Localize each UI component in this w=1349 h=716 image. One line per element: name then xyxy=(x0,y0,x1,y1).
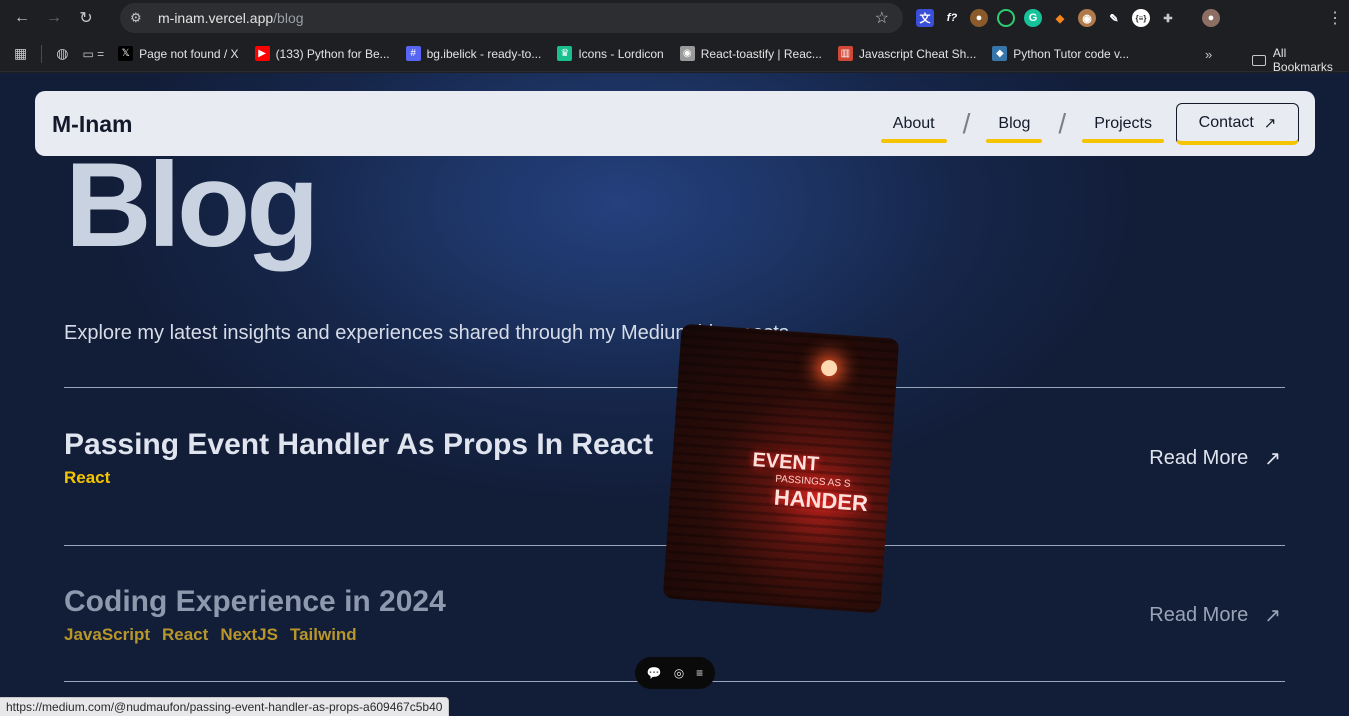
bookmark-label: Icons - Lordicon xyxy=(578,46,664,61)
nav-blog[interactable]: Blog xyxy=(986,104,1043,144)
nav-about[interactable]: About xyxy=(880,104,947,144)
nav-divider: / xyxy=(1058,108,1067,139)
nav-blog-label: Blog xyxy=(998,115,1031,132)
bookmarks-bar: ▦ ◍ ▭ = 𝕏 Page not found / X ▶ (133) Python… xyxy=(0,36,1349,74)
bookmark-label: React-toastify | Reac... xyxy=(700,46,822,61)
post-tags: JavaScript React NextJS Tailwind xyxy=(64,625,1285,645)
bookmark-star-icon[interactable]: ☆ xyxy=(875,8,889,28)
extensions-bar: 文 f? ● G ◆ ◉ ✎ {≡} ✚ ● xyxy=(916,5,1220,31)
site-logo[interactable]: M-Inam xyxy=(52,111,133,138)
lordicon-icon: ♛ xyxy=(557,46,573,61)
nav-underline xyxy=(1082,139,1164,143)
arrow-up-right-icon: ↗ xyxy=(1263,114,1277,132)
back-icon[interactable]: ← xyxy=(8,4,36,32)
contact-label: Contact xyxy=(1198,113,1254,131)
bookmark-item[interactable]: ◆ Python Tutor code v... xyxy=(992,46,1129,61)
bookmarks-divider xyxy=(41,44,43,63)
browser-toolbar: ← → ↻ ⚙ m-inam.vercel.app/blog ☆ 文 f? ● … xyxy=(0,0,1349,36)
forward-icon[interactable]: → xyxy=(40,4,68,32)
globe-icon[interactable]: ◍ xyxy=(56,45,68,62)
toastify-icon: ◉ xyxy=(679,46,695,61)
owl-extension-icon[interactable]: ◉ xyxy=(1078,9,1096,27)
nav-projects[interactable]: Projects xyxy=(1082,104,1164,144)
profile-avatar[interactable]: ● xyxy=(1202,9,1220,27)
comment-icon[interactable]: 💬 xyxy=(647,666,662,680)
reload-icon[interactable]: ↻ xyxy=(72,4,100,32)
metamask-icon[interactable]: ◆ xyxy=(1051,9,1069,27)
read-more-link[interactable]: Read More ↗ xyxy=(1149,446,1281,471)
address-bar[interactable]: ⚙ m-inam.vercel.app/blog ☆ xyxy=(120,3,903,33)
folder-icon xyxy=(1252,54,1266,66)
site-info-icon[interactable]: ⚙ xyxy=(130,10,150,26)
status-bar-url: https://medium.com/@nudmaufon/passing-ev… xyxy=(0,697,450,716)
divider xyxy=(64,387,1285,388)
bookmark-label: (133) Python for Be... xyxy=(275,46,390,61)
x-icon: 𝕏 xyxy=(118,46,134,61)
chrome-menu-icon[interactable]: ⋮ xyxy=(1327,8,1343,28)
bookmark-item[interactable]: ▶ (133) Python for Be... xyxy=(254,46,390,61)
url-host: m-inam.vercel.app xyxy=(158,10,274,26)
all-bookmarks-label: All Bookmarks xyxy=(1272,46,1333,74)
post-tag: JavaScript xyxy=(64,625,150,644)
arrow-up-right-icon: ↗ xyxy=(1264,605,1281,627)
post-tag: React xyxy=(162,625,209,644)
bookmark-label: Page not found / X xyxy=(139,46,239,61)
bookmarks-overflow-icon[interactable]: » xyxy=(1205,47,1212,62)
post-tag: NextJS xyxy=(220,625,278,644)
bookmark-label: Javascript Cheat Sh... xyxy=(858,46,977,61)
post-tag: Tailwind xyxy=(289,625,357,644)
circle-extension-icon[interactable] xyxy=(997,9,1015,27)
read-more-label: Read More xyxy=(1149,447,1249,469)
bookmark-item[interactable]: 𝕏 Page not found / X xyxy=(118,46,239,61)
all-bookmarks-button[interactable]: All Bookmarks xyxy=(1252,46,1349,74)
bookmark-list: 𝕏 Page not found / X ▶ (133) Python for Be.… xyxy=(118,46,1145,61)
menu-icon[interactable]: ≡ xyxy=(696,666,703,680)
puzzle-extensions-icon[interactable]: ✚ xyxy=(1159,9,1177,27)
python-icon: ◆ xyxy=(992,46,1008,61)
post-tag: React xyxy=(64,468,111,487)
bookmark-item[interactable]: ♛ Icons - Lordicon xyxy=(557,46,664,61)
arrow-up-right-icon: ↗ xyxy=(1264,448,1281,470)
nav-underline xyxy=(986,139,1043,143)
url-path: /blog xyxy=(273,10,304,26)
formula-extension-icon[interactable]: f? xyxy=(943,9,961,27)
read-more-link[interactable]: Read More ↗ xyxy=(1149,603,1281,628)
eyedropper-icon[interactable]: ✎ xyxy=(1105,9,1123,27)
folder-icon[interactable]: ▭ = xyxy=(82,47,104,61)
json-extension-icon[interactable]: {≡} xyxy=(1132,9,1150,27)
grammarly-icon[interactable]: G xyxy=(1024,9,1042,27)
page-title: Blog xyxy=(65,138,320,272)
main-nav: About / Blog / Projects Contact ↗ xyxy=(880,103,1299,145)
read-more-label: Read More xyxy=(1149,604,1249,626)
contact-button[interactable]: Contact ↗ xyxy=(1176,103,1299,145)
thumbnail-text-event: EVENT xyxy=(751,449,820,476)
bookmark-item[interactable]: # bg.ibelick - ready-to... xyxy=(405,46,542,61)
nav-projects-label: Projects xyxy=(1094,115,1152,132)
translate-extension-icon[interactable]: 文 xyxy=(916,9,934,27)
bookmark-label: bg.ibelick - ready-to... xyxy=(426,46,542,61)
bookmark-item[interactable]: ▥ Javascript Cheat Sh... xyxy=(837,46,977,61)
nav-about-label: About xyxy=(892,115,935,132)
url-text: m-inam.vercel.app/blog xyxy=(158,10,304,26)
bookmark-item[interactable]: ◉ React-toastify | Reac... xyxy=(679,46,822,61)
eye-icon[interactable]: ◎ xyxy=(674,666,684,680)
nav-underline xyxy=(880,139,947,143)
apps-icon[interactable]: ▦ xyxy=(14,45,27,62)
youtube-icon: ▶ xyxy=(254,46,270,61)
floating-toolbar: 💬 ◎ ≡ xyxy=(635,657,715,689)
nav-divider: / xyxy=(962,108,971,139)
cheatsheet-icon: ▥ xyxy=(837,46,853,61)
bookmark-label: Python Tutor code v... xyxy=(1013,46,1130,61)
cookie-extension-icon[interactable]: ● xyxy=(970,9,988,27)
post-thumbnail: EVENT PASSINGS AS S HANDER xyxy=(662,323,900,614)
blog-page: M-Inam About / Blog / Projects Contact ↗ … xyxy=(0,73,1349,716)
hash-icon: # xyxy=(405,46,421,61)
